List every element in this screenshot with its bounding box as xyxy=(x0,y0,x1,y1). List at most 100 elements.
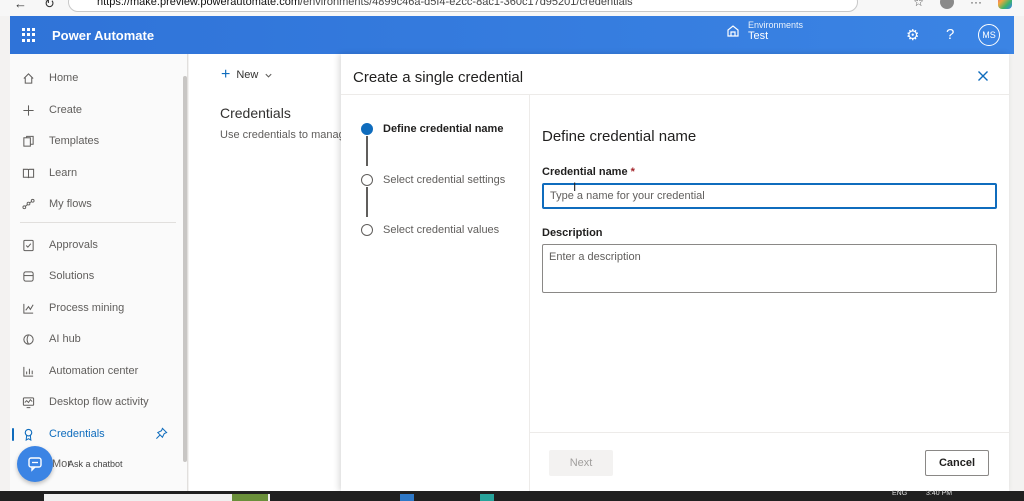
nav-item-label: Desktop flow activity xyxy=(49,396,149,408)
nav-item-home[interactable]: Home xyxy=(10,66,182,90)
back-arrow-icon[interactable]: ← xyxy=(14,0,27,11)
reload-icon[interactable]: ↻ xyxy=(44,0,55,12)
step-define-credential-name[interactable]: Define credential name xyxy=(361,123,503,135)
required-mark: * xyxy=(630,166,635,178)
book-icon xyxy=(21,166,35,180)
nav-item-label: My flows xyxy=(49,198,92,210)
ai-hub-icon xyxy=(21,332,35,346)
automation-center-icon xyxy=(21,364,35,378)
step-connector xyxy=(366,187,368,217)
nav-item-templates[interactable]: Templates xyxy=(10,129,182,153)
left-navigation: Home Create Templates Learn My flows App… xyxy=(10,54,188,491)
step-indicator xyxy=(361,224,373,236)
nav-item-approvals[interactable]: Approvals xyxy=(10,233,182,257)
chatbot-button[interactable] xyxy=(17,446,53,482)
browser-more-icon[interactable]: ··· xyxy=(970,0,982,9)
next-button[interactable]: Next xyxy=(549,450,613,476)
approvals-icon xyxy=(21,238,35,252)
nav-item-label: Credentials xyxy=(49,428,105,440)
app-header: Power Automate Environments Test ⚙ ? MS xyxy=(10,16,1014,54)
browser-toolbar: ← ↻ https://make.preview.powerautomate.c… xyxy=(0,0,1024,16)
nav-item-label: Create xyxy=(49,104,83,116)
taskbar-app-icon[interactable] xyxy=(480,494,494,501)
page-title: Credentials xyxy=(220,105,291,121)
nav-scrollbar[interactable] xyxy=(183,76,187,462)
environment-icon xyxy=(727,25,739,37)
create-credential-panel: Create a single credential Define creden… xyxy=(341,54,1009,491)
os-taskbar: ENG 3:40 PM xyxy=(0,490,1024,501)
url-host: https://make.preview.powerautomate.com xyxy=(97,0,300,8)
nav-divider xyxy=(20,222,176,223)
step-select-credential-settings[interactable]: Select credential settings xyxy=(361,174,505,186)
cancel-button[interactable]: Cancel xyxy=(925,450,989,476)
nav-item-ai-hub[interactable]: AI hub xyxy=(10,327,182,351)
page-subtitle: Use credentials to manag xyxy=(220,129,341,141)
step-current-indicator xyxy=(361,123,373,135)
main-content: + New Credentials Use credentials to man… xyxy=(189,54,341,491)
panel-footer-divider xyxy=(529,432,1009,433)
text-cursor-icon: I xyxy=(573,180,577,194)
plus-icon: + xyxy=(221,66,231,83)
nav-item-label: Automation center xyxy=(49,365,139,377)
desktop-activity-icon xyxy=(21,395,35,409)
settings-gear-icon[interactable]: ⚙ xyxy=(906,26,919,44)
home-icon xyxy=(21,71,35,85)
chatbot-icon xyxy=(28,457,42,472)
solutions-icon xyxy=(21,269,35,283)
step-indicator xyxy=(361,174,373,186)
description-label: Description xyxy=(542,227,603,239)
step-connector xyxy=(366,136,368,166)
nav-item-learn[interactable]: Learn xyxy=(10,161,182,185)
nav-item-label: Home xyxy=(49,72,79,84)
url-path: /environments/4899c46a-d5f4-e2cc-8ac1-36… xyxy=(299,0,633,8)
favorite-star-icon[interactable]: ☆ xyxy=(913,0,924,9)
nav-item-label: AI hub xyxy=(49,333,81,345)
nav-item-label: Approvals xyxy=(49,239,98,251)
step-select-credential-values[interactable]: Select credential values xyxy=(361,224,499,236)
credentials-icon xyxy=(21,427,35,441)
description-textarea[interactable] xyxy=(542,244,997,293)
environment-value: Test xyxy=(748,30,769,42)
nav-item-my-flows[interactable]: My flows xyxy=(10,192,182,216)
environment-label: Environments xyxy=(748,20,804,30)
chatbot-label[interactable]: Ask a chatbot xyxy=(68,459,123,469)
app-title[interactable]: Power Automate xyxy=(52,28,154,43)
flows-icon xyxy=(21,197,35,211)
panel-header-divider xyxy=(341,94,1009,95)
browser-actions: ☆ ··· xyxy=(913,0,1012,9)
credential-name-label: Credential name * xyxy=(542,166,635,178)
copilot-icon[interactable] xyxy=(998,0,1012,9)
templates-icon xyxy=(21,134,35,148)
nav-item-credentials[interactable]: Credentials xyxy=(10,422,182,446)
step-label: Define credential name xyxy=(383,123,504,135)
nav-item-label: Learn xyxy=(49,167,78,179)
pin-icon[interactable] xyxy=(155,427,168,440)
environment-picker[interactable]: Environments Test xyxy=(726,20,803,42)
panel-title: Create a single credential xyxy=(353,69,524,86)
step-label: Select credential settings xyxy=(383,174,506,186)
nav-item-automation-center[interactable]: Automation center xyxy=(10,359,182,383)
browser-profile-avatar[interactable] xyxy=(940,0,954,9)
form-title: Define credential name xyxy=(542,128,697,145)
tray-language[interactable]: ENG xyxy=(892,490,907,497)
taskbar-widget-icon[interactable] xyxy=(232,494,268,501)
nav-item-label: Process mining xyxy=(49,302,125,314)
credential-name-label-text: Credential name xyxy=(542,166,628,178)
nav-item-desktop-flow-activity[interactable]: Desktop flow activity xyxy=(10,390,182,414)
nav-item-solutions[interactable]: Solutions xyxy=(10,264,182,288)
address-bar[interactable]: https://make.preview.powerautomate.com/e… xyxy=(68,0,858,12)
taskbar-app-icon[interactable] xyxy=(400,494,414,501)
nav-item-process-mining[interactable]: Process mining xyxy=(10,296,182,320)
nav-item-label: Solutions xyxy=(49,270,95,282)
new-button-label: New xyxy=(236,69,259,81)
chevron-down-icon xyxy=(265,73,272,78)
help-icon[interactable]: ? xyxy=(946,26,954,43)
app-launcher-icon[interactable] xyxy=(22,28,36,42)
credential-name-input[interactable] xyxy=(542,183,997,209)
nav-item-create[interactable]: Create xyxy=(10,98,182,122)
process-mining-icon xyxy=(21,301,35,315)
user-avatar[interactable]: MS xyxy=(978,24,1000,46)
close-icon[interactable] xyxy=(977,70,989,82)
new-button[interactable]: + New xyxy=(221,66,273,84)
tray-clock[interactable]: 3:40 PM xyxy=(926,490,952,497)
